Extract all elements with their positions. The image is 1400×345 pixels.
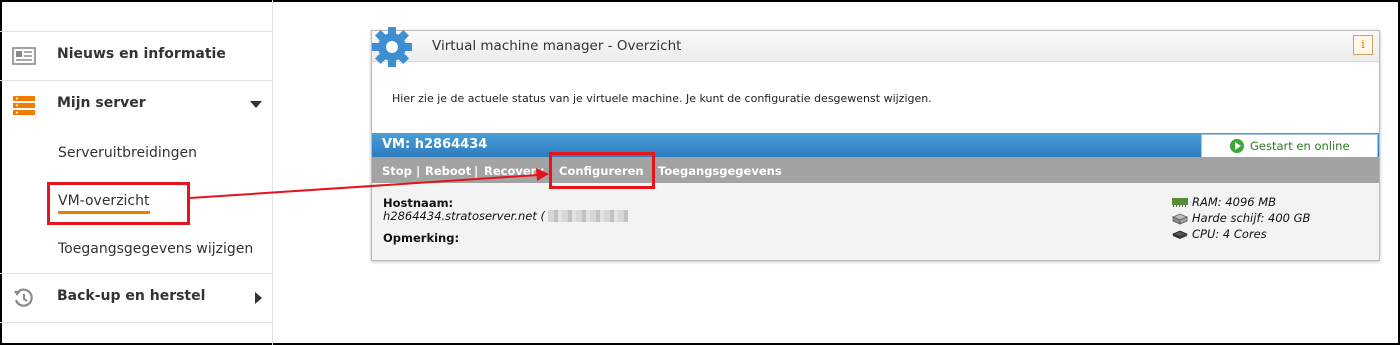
vm-title-bar: VM: h2864434 Gestart en online: [372, 133, 1379, 158]
sidebar-item-backup[interactable]: Back-up en herstel: [0, 273, 272, 322]
vm-details: Hostnaam: h2864434.stratoserver.net ( Op…: [372, 183, 1379, 260]
panel-title: Virtual machine manager - Overzicht: [432, 38, 682, 54]
panel-description: Hier zie je de actuele status van je vir…: [392, 92, 932, 105]
chevron-down-icon[interactable]: [250, 101, 262, 108]
sidebar-subitem-access-data[interactable]: Toegangsgegevens wijzigen: [58, 241, 253, 257]
cpu-text: CPU: 4 Cores: [1192, 227, 1267, 241]
vm-manager-panel: Virtual machine manager - Overzicht i Hi…: [371, 27, 1380, 261]
cpu-spec: CPU: 4 Cores: [1172, 227, 1267, 241]
vm-action-bar: Stop | Reboot | Recovery Configureren To…: [372, 157, 1379, 183]
vm-status-badge: Gestart en online: [1201, 134, 1378, 158]
chevron-right-icon[interactable]: [255, 292, 262, 304]
sidebar-item-divider: [0, 322, 272, 343]
sidebar-item-label: Back-up en herstel: [57, 288, 206, 304]
sidebar-item-label: Nieuws en informatie: [57, 46, 226, 62]
cpu-icon: [1172, 230, 1188, 239]
access-data-button[interactable]: Toegangsgegevens: [658, 164, 782, 178]
vm-status-text: Gestart en online: [1250, 139, 1350, 153]
sidebar-item-news[interactable]: Nieuws en informatie: [0, 31, 272, 80]
remark-label: Opmerking:: [383, 231, 460, 245]
play-status-icon: [1230, 139, 1244, 153]
action-separator: |: [474, 164, 479, 178]
ram-text: RAM: 4096 MB: [1192, 195, 1277, 209]
sidebar-item-my-server[interactable]: Mijn server: [0, 80, 272, 129]
info-button[interactable]: i: [1353, 35, 1373, 55]
vm-name: VM: h2864434: [382, 137, 488, 152]
sidebar-item-label: Mijn server: [57, 95, 146, 111]
recovery-button[interactable]: Recovery: [484, 164, 544, 178]
ram-icon: [1172, 198, 1188, 207]
hostname-value: h2864434.stratoserver.net (: [383, 209, 545, 223]
action-separator: |: [416, 164, 421, 178]
highlight-box-vm-overview: [47, 182, 190, 225]
sidebar-subitem-extensions[interactable]: Serveruitbreidingen: [58, 145, 197, 161]
ram-spec: RAM: 4096 MB: [1172, 195, 1276, 209]
highlight-box-configure: [549, 152, 655, 189]
sidebar: Nieuws en informatie Mijn server Serveru…: [0, 0, 273, 345]
disk-text: Harde schijf: 400 GB: [1192, 211, 1311, 225]
server-icon: [13, 96, 35, 115]
panel-header: Virtual machine manager - Overzicht i: [372, 31, 1379, 62]
hostname-label: Hostnaam:: [383, 196, 454, 210]
reboot-button[interactable]: Reboot: [425, 164, 471, 178]
stop-button[interactable]: Stop: [382, 164, 412, 178]
hard-disk-icon: [1172, 213, 1188, 225]
history-icon: [14, 288, 33, 307]
newspaper-icon: [12, 47, 36, 65]
disk-spec: Harde schijf: 400 GB: [1172, 211, 1310, 225]
redacted-ip: [548, 210, 628, 222]
gear-icon: [372, 27, 412, 67]
